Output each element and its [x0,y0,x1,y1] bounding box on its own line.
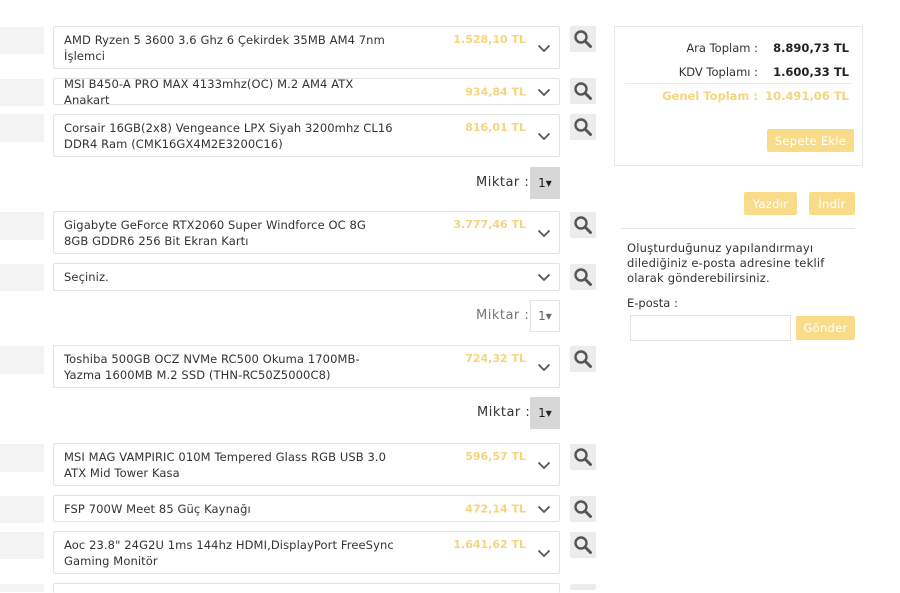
search-icon [573,499,593,519]
component-price: 724,32 TL [465,352,526,365]
category-tab-motherboard[interactable] [0,79,44,106]
component-select-gpu[interactable]: Gigabyte GeForce RTX2060 Super Windforce… [53,211,560,254]
search-button[interactable] [570,444,596,470]
search-icon [573,267,593,287]
component-select-gpu2[interactable]: Seçiniz. [53,263,560,291]
chevron-down-icon [537,87,551,97]
download-button[interactable]: İndir [809,192,855,215]
component-price: 1.528,10 TL [453,33,526,46]
quantity-label: Miktar : [476,175,530,190]
subtotal-value: 8.890,73 TL [773,41,849,55]
chevron-down-icon [537,504,551,514]
component-select-next[interactable] [53,583,560,593]
search-icon [573,81,593,101]
component-price: 3.777,46 TL [453,218,526,231]
search-button[interactable] [570,584,596,590]
category-tab-case[interactable] [0,444,44,472]
send-button[interactable]: Gönder [796,316,855,340]
search-icon [573,117,593,137]
search-button[interactable] [570,346,596,372]
summary-divider [625,83,852,84]
chevron-down-icon [537,273,551,283]
total-line: Genel Toplam : 10.491,06 TL [615,89,862,105]
search-button[interactable] [570,212,596,238]
component-name: MSI MAG VAMPIRIC 010M Tempered Glass RGB… [64,449,387,480]
subtotal-label: Ara Toplam : [686,41,758,55]
email-label: E-posta : [627,296,678,310]
component-name: Toshiba 500GB OCZ NVMe RC500 Okuma 1700M… [64,351,360,382]
total-label: Genel Toplam : [662,89,758,103]
quantity-select-ssd[interactable]: 1▾ [530,397,560,429]
category-tab-monitor[interactable] [0,532,44,559]
category-tab-next[interactable] [0,584,44,592]
search-icon [573,29,593,49]
search-icon [573,447,593,467]
search-button[interactable] [570,26,596,52]
search-button[interactable] [570,496,596,522]
chevron-down-icon [537,43,551,53]
print-button[interactable]: Yazdır [744,192,797,215]
category-tab-cpu[interactable] [0,27,44,54]
component-name: FSP 700W Meet 85 Güç Kaynağı [64,501,251,516]
email-input[interactable] [630,315,791,341]
chevron-down-icon [537,131,551,141]
quantity-label: Miktar : [477,405,531,420]
search-icon [573,215,593,235]
category-tab-psu[interactable] [0,496,44,523]
component-select-monitor[interactable]: Aoc 23.8" 24G2U 1ms 144hz HDMI,DisplayPo… [53,531,560,574]
quantity-label: Miktar : [476,308,530,323]
search-icon [573,349,593,369]
category-tab-gpu2[interactable] [0,264,44,291]
quantity-select-ram[interactable]: 1▾ [530,167,560,199]
vat-value: 1.600,33 TL [773,65,849,79]
component-name: AMD Ryzen 5 3600 3.6 Ghz 6 Çekirdek 35MB… [64,32,385,63]
category-tab-ram[interactable] [0,114,44,142]
component-select-case[interactable]: MSI MAG VAMPIRIC 010M Tempered Glass RGB… [53,443,560,486]
chevron-down-icon [537,548,551,558]
component-select-psu[interactable]: FSP 700W Meet 85 Güç Kaynağı 472,14 TL [53,495,560,522]
section-divider [621,228,855,229]
chevron-down-icon [537,228,551,238]
component-name: Seçiniz. [64,270,109,284]
component-select-ssd[interactable]: Toshiba 500GB OCZ NVMe RC500 Okuma 1700M… [53,345,560,388]
chevron-down-icon [537,460,551,470]
chevron-down-icon [537,362,551,372]
search-button[interactable] [570,532,596,558]
subtotal-line: Ara Toplam : 8.890,73 TL [615,41,862,57]
email-info-text: Oluşturduğunuz yapılandırmayı dilediğini… [627,241,825,285]
component-select-ram[interactable]: Corsair 16GB(2x8) Vengeance LPX Siyah 32… [53,114,560,157]
price-summary: Ara Toplam : 8.890,73 TL KDV Toplamı : 1… [614,26,863,166]
component-price: 1.641,62 TL [453,538,526,551]
component-price: 596,57 TL [465,450,526,463]
component-name: Aoc 23.8" 24G2U 1ms 144hz HDMI,DisplayPo… [64,537,394,568]
component-price: 472,14 TL [465,502,526,515]
search-icon [573,535,593,555]
total-value: 10.491,06 TL [765,89,849,103]
vat-label: KDV Toplamı : [678,65,758,79]
component-select-motherboard[interactable]: MSI B450-A PRO MAX 4133mhz(OC) M.2 AM4 A… [53,76,560,107]
category-tab-gpu[interactable] [0,212,44,240]
quantity-select-gpu[interactable]: 1▾ [530,300,560,332]
add-to-cart-button[interactable]: Sepete Ekle [767,129,854,152]
component-name: Corsair 16GB(2x8) Vengeance LPX Siyah 32… [64,120,393,151]
component-name: MSI B450-A PRO MAX 4133mhz(OC) M.2 AM4 A… [64,76,354,107]
component-price: 934,84 TL [465,85,526,98]
category-tab-ssd[interactable] [0,346,44,374]
component-select-cpu[interactable]: AMD Ryzen 5 3600 3.6 Ghz 6 Çekirdek 35MB… [53,26,560,69]
search-button[interactable] [570,78,596,104]
component-name: Gigabyte GeForce RTX2060 Super Windforce… [64,217,366,248]
vat-line: KDV Toplamı : 1.600,33 TL [615,65,862,81]
search-button[interactable] [570,264,596,290]
component-price: 816,01 TL [465,121,526,134]
search-button[interactable] [570,114,596,140]
